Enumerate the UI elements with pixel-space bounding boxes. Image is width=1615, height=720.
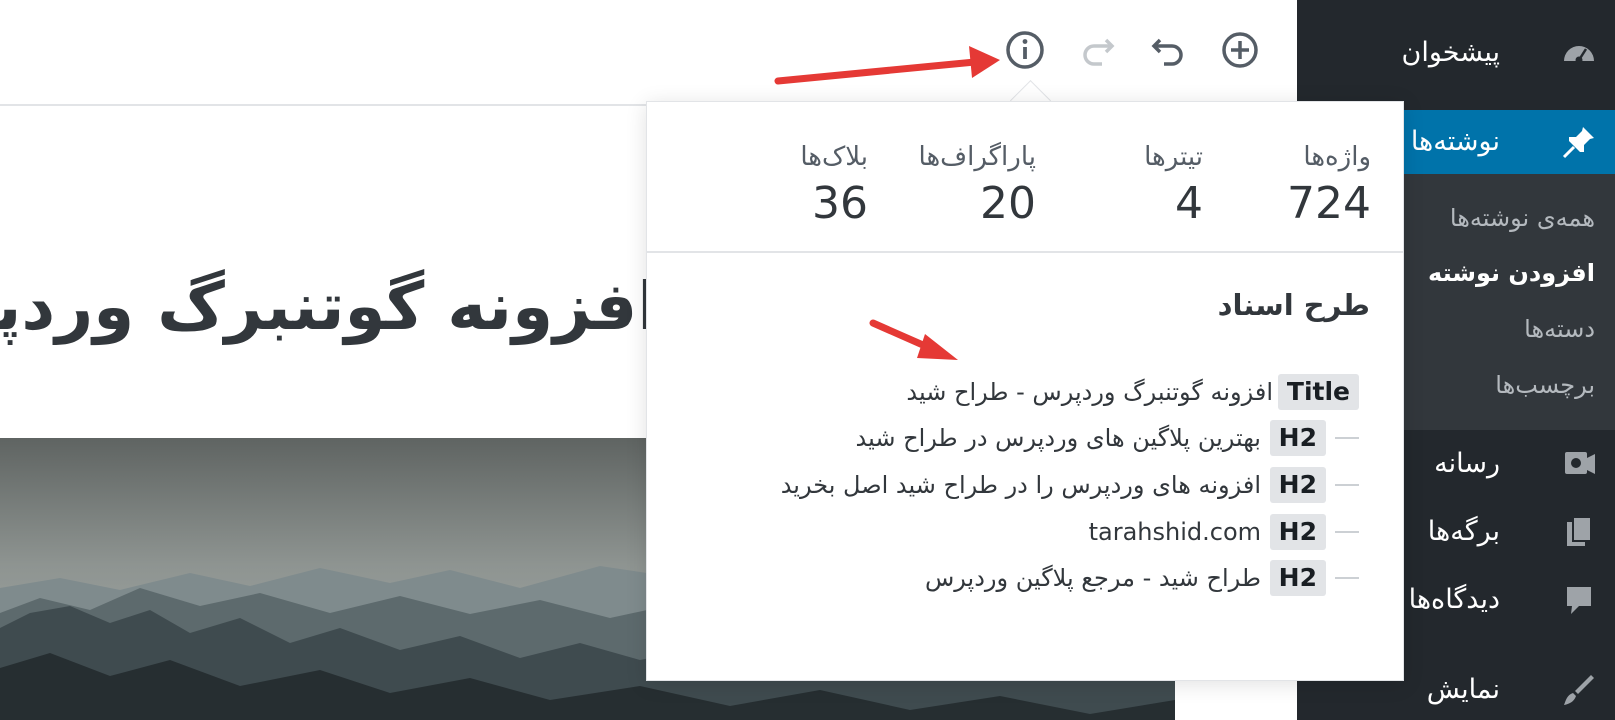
annotation-overlay bbox=[774, 46, 1000, 360]
annotation-arrow-info bbox=[774, 46, 1000, 85]
annotation-arrow-outline bbox=[869, 319, 958, 360]
